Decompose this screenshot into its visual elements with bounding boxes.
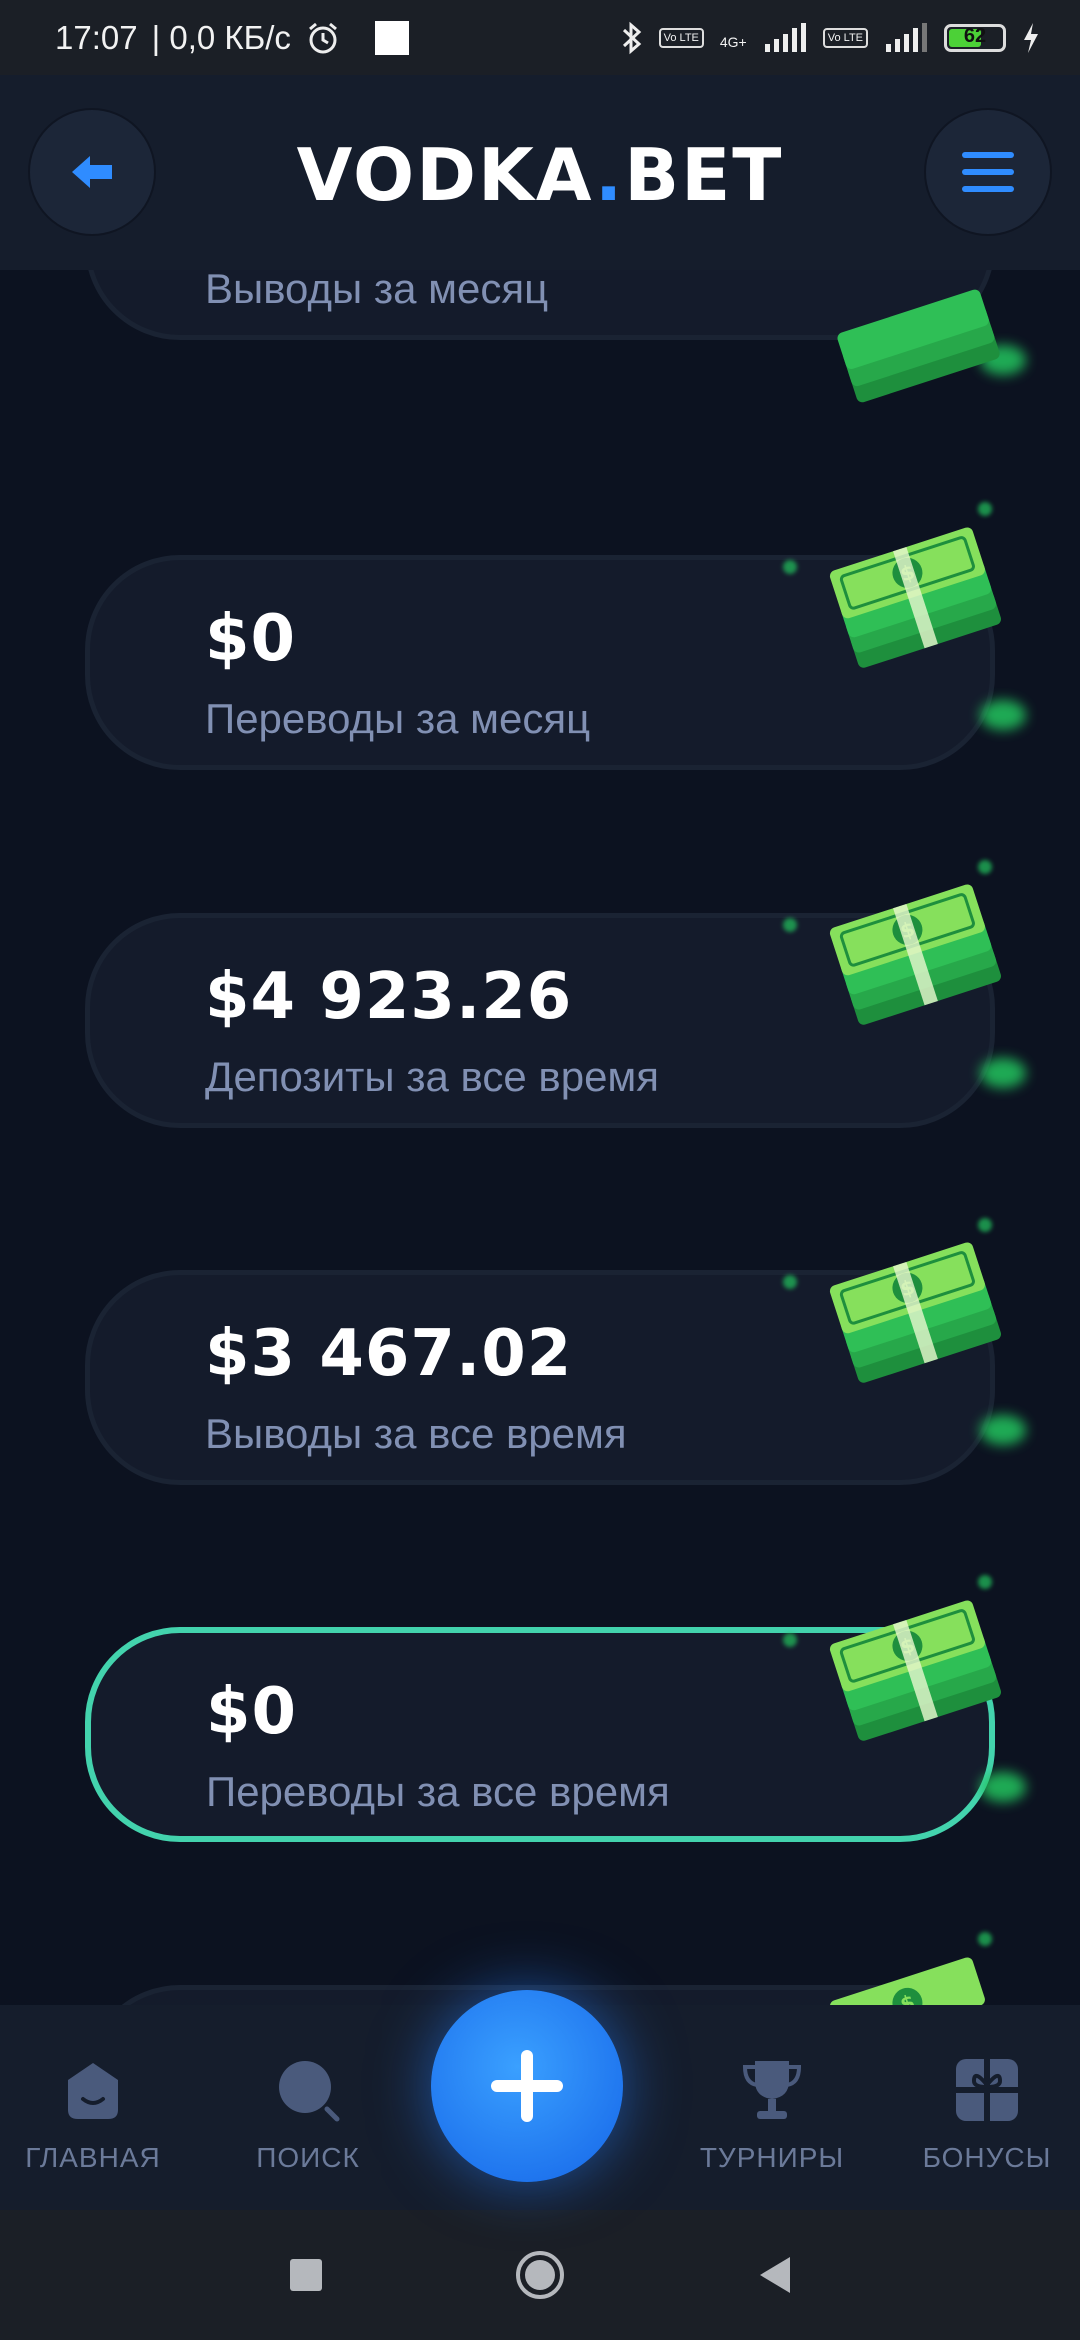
home-icon: [68, 2063, 118, 2119]
bottom-navigation: ГЛАВНАЯ ПОИСК ТУРНИРЫ БОНУСЫ: [0, 1990, 1080, 2210]
spark-decoration: [978, 1932, 992, 1946]
nav-bonuses-label: БОНУСЫ: [922, 2142, 1052, 2173]
stat-amount: $4 923.26: [205, 960, 573, 1034]
stat-amount: $0: [206, 1675, 298, 1749]
app-header: VODKA.BET: [0, 75, 1080, 270]
nav-bonuses[interactable]: БОНУСЫ: [902, 2055, 1072, 2174]
spark-decoration: [783, 1633, 797, 1647]
money-stack-icon: $: [829, 884, 1002, 1025]
alarm-icon: [308, 22, 337, 53]
menu-button[interactable]: [924, 108, 1052, 236]
spark-decoration: [978, 1575, 992, 1589]
glow-decoration: [980, 1772, 1026, 1802]
status-bar: 17:07 | 0,0 КБ/с Vo LTE 4G+ Vo LTE 62: [0, 0, 1080, 75]
add-button[interactable]: [431, 1990, 623, 2182]
nav-tournaments-label: ТУРНИРЫ: [699, 2142, 845, 2173]
network-type: 4G+: [719, 33, 747, 50]
stat-caption: Выводы за все время: [205, 1410, 627, 1457]
money-stack-icon: $: [829, 527, 1002, 668]
glow-decoration: [980, 700, 1026, 730]
spark-decoration: [978, 860, 992, 874]
nav-tournaments[interactable]: ТУРНИРЫ: [687, 2055, 857, 2174]
home-system-icon[interactable]: [514, 2249, 566, 2301]
system-navigation-bar: [0, 2210, 1080, 2340]
volte-icon: Vo LTE: [658, 27, 704, 48]
stat-caption: Переводы за месяц: [205, 695, 591, 742]
spark-decoration: [783, 918, 797, 932]
hamburger-menu-icon: [962, 152, 1014, 192]
clock: 17:07: [55, 18, 138, 56]
glow-decoration: [980, 1415, 1026, 1445]
charging-icon: [1024, 22, 1038, 53]
spark-decoration: [978, 1218, 992, 1232]
stat-caption: Переводы за все время: [206, 1768, 670, 1815]
plus-icon: [491, 2050, 563, 2122]
recents-icon[interactable]: [288, 2257, 324, 2293]
stats-list[interactable]: $0 Выводы за месяц $0 Переводы за месяц …: [0, 270, 1080, 2005]
money-stack-icon: $: [829, 1957, 985, 2005]
nav-home-label: ГЛАВНАЯ: [25, 2142, 161, 2173]
trophy-icon: [742, 2061, 802, 2119]
glow-decoration: [980, 1058, 1026, 1088]
signal-icon-2: [886, 22, 927, 52]
money-stack-icon: $: [829, 1242, 1002, 1383]
logo-text-main: VODKA: [296, 133, 595, 217]
logo-dot: .: [594, 133, 625, 217]
search-icon: [279, 2061, 340, 2122]
volte-icon-2: Vo LTE: [822, 27, 868, 48]
logo-text-end: BET: [624, 133, 784, 217]
signal-icon: [764, 22, 806, 52]
battery-level: 62: [963, 24, 987, 47]
nav-home[interactable]: ГЛАВНАЯ: [8, 2055, 178, 2174]
app-logo[interactable]: VODKA.BET: [0, 133, 1080, 217]
notification-icon: [374, 20, 409, 55]
network-speed: | 0,0 КБ/с: [151, 18, 291, 56]
gift-icon: [956, 2059, 1018, 2121]
bluetooth-icon: [622, 21, 641, 54]
spark-decoration: [783, 1275, 797, 1289]
stat-caption: Выводы за месяц: [205, 270, 549, 312]
stat-amount: $0: [205, 602, 297, 676]
money-stack-icon: [837, 289, 1000, 403]
nav-search-label: ПОИСК: [256, 2142, 360, 2173]
battery-icon: 62: [944, 23, 1006, 52]
stat-amount: $3 467.02: [205, 1317, 573, 1391]
nav-search[interactable]: ПОИСК: [223, 2055, 393, 2174]
stat-caption: Депозиты за все время: [205, 1053, 660, 1100]
money-stack-icon: $: [829, 1600, 1002, 1741]
spark-decoration: [783, 560, 797, 574]
spark-decoration: [978, 502, 992, 516]
back-system-icon[interactable]: [756, 2255, 792, 2295]
